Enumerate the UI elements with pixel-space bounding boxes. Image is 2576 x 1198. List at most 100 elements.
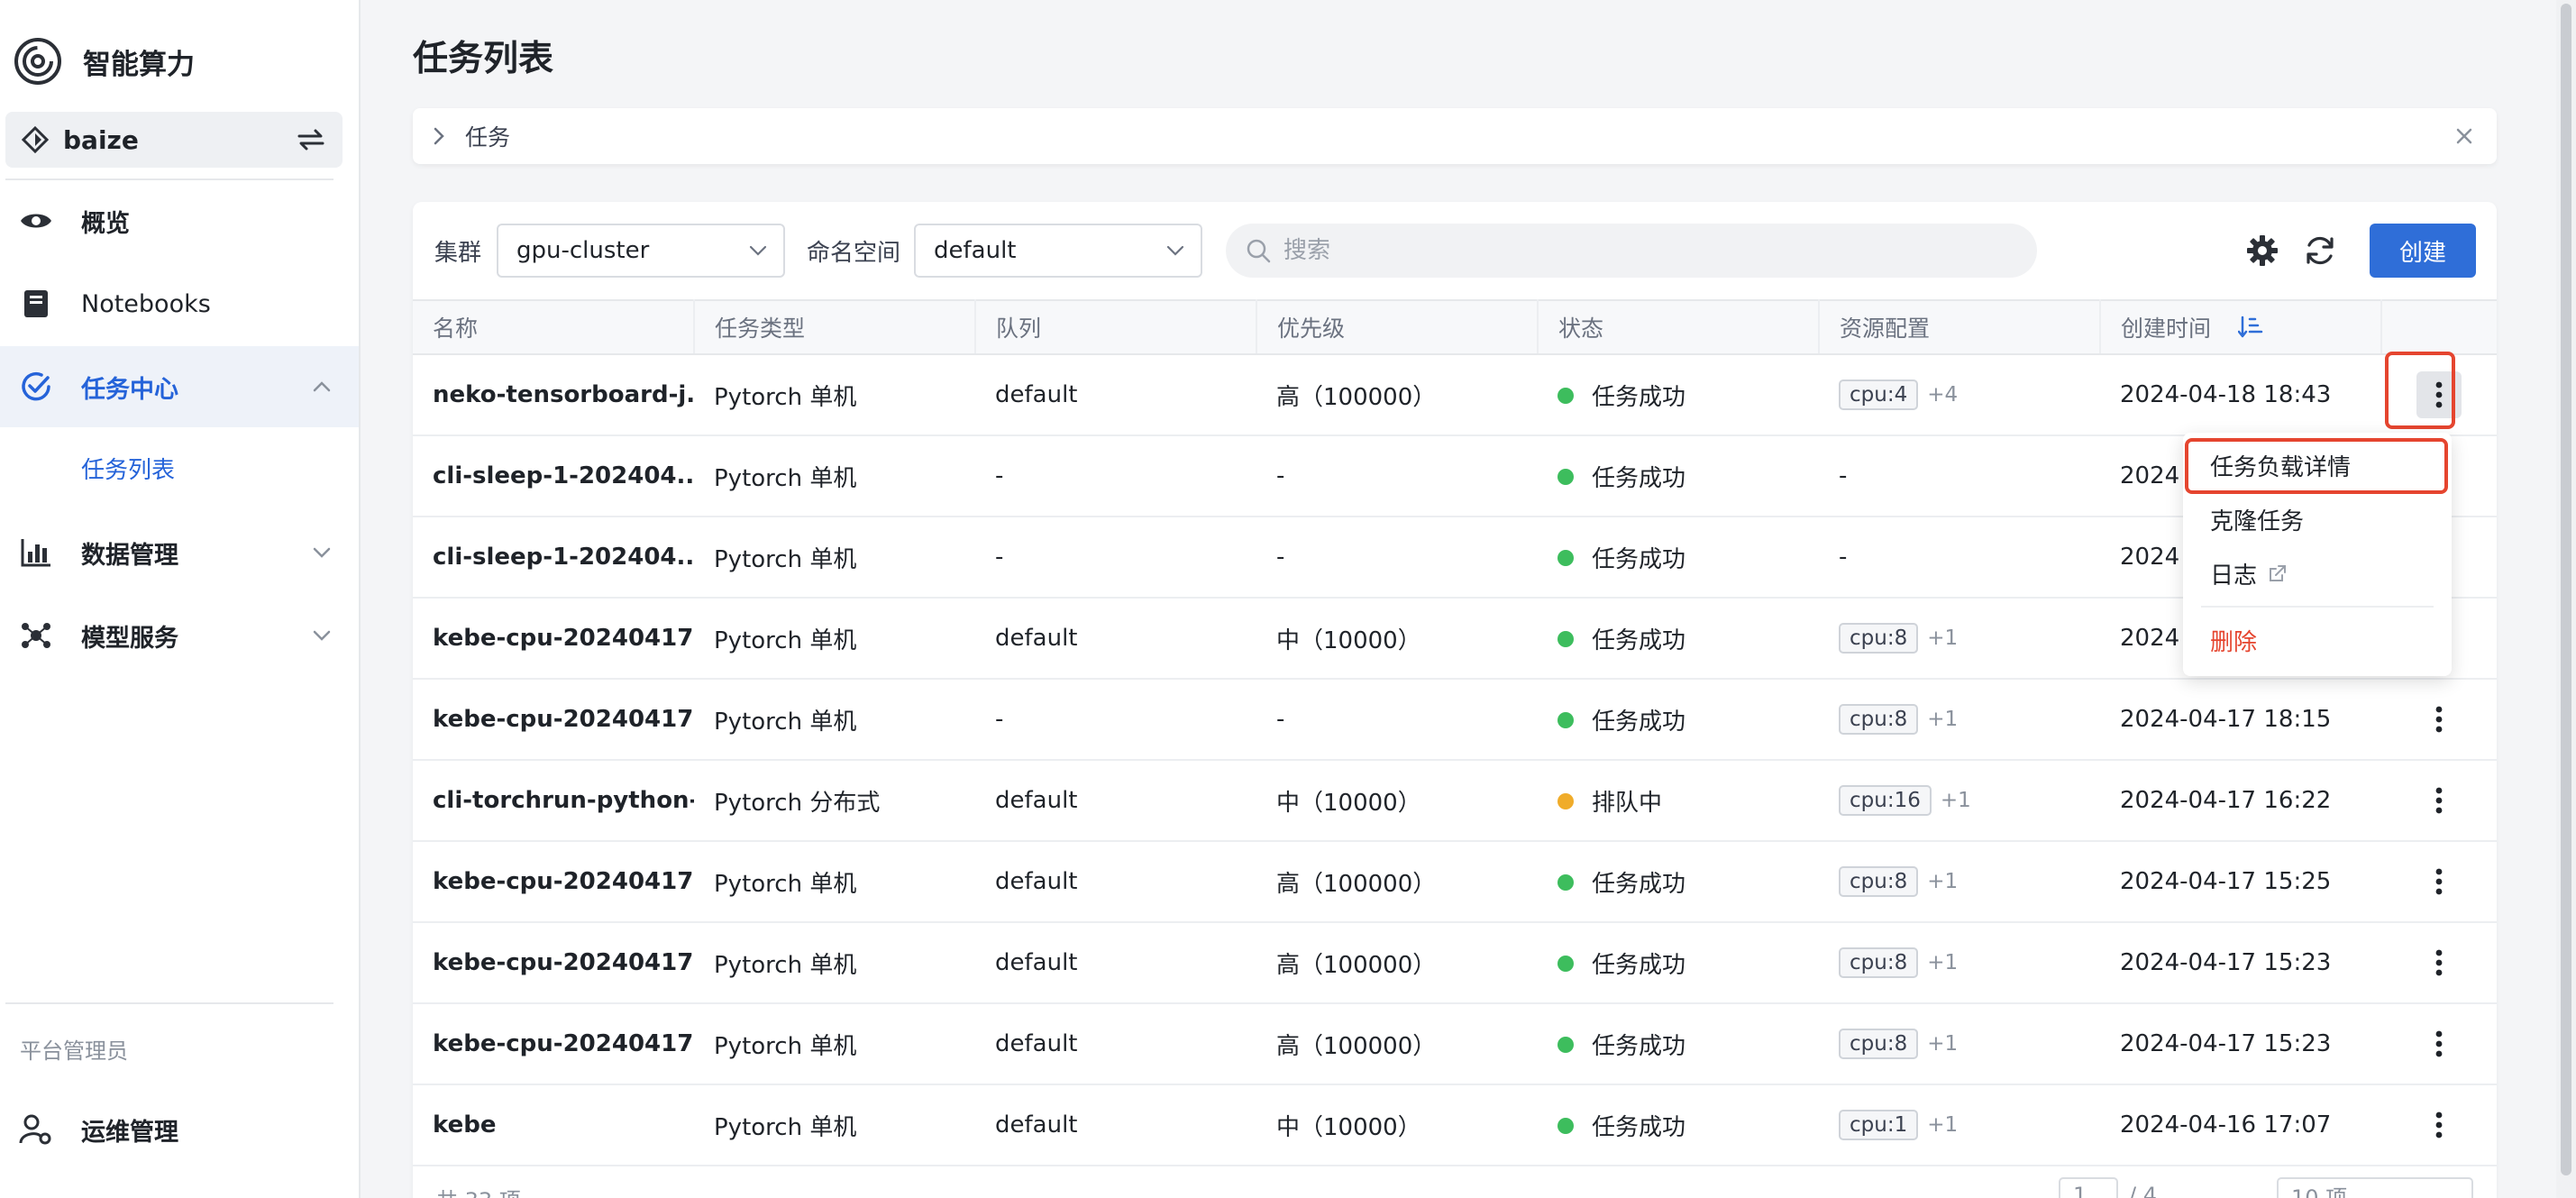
- task-name[interactable]: kebe-cpu-20240417...: [413, 679, 694, 760]
- task-priority: -: [1276, 462, 1285, 489]
- task-name[interactable]: cli-sleep-1-202404...: [413, 435, 694, 517]
- task-name[interactable]: kebe-cpu-20240417...: [413, 598, 694, 679]
- task-resource: cpu:8 +1: [1819, 1003, 2100, 1084]
- chevron-down-icon: [1166, 245, 1184, 256]
- resource-extra[interactable]: +1: [1927, 1032, 1958, 1056]
- column-header-resource[interactable]: 资源配置: [1819, 299, 2101, 355]
- nav-task-center[interactable]: 任务中心: [0, 346, 359, 427]
- status-label: 任务成功: [1592, 708, 1686, 736]
- page-input[interactable]: 1: [2059, 1177, 2118, 1198]
- brand[interactable]: 智能算力: [13, 36, 195, 87]
- resource-extra[interactable]: +1: [1927, 951, 1958, 974]
- status-success-dot: [1557, 631, 1574, 647]
- page-size-select[interactable]: 10 项: [2277, 1177, 2473, 1198]
- menu-item-clone-task[interactable]: 克隆任务: [2183, 494, 2452, 544]
- kebab-icon[interactable]: [2416, 1102, 2462, 1148]
- user-gear-icon: [18, 1111, 54, 1148]
- kebab-icon[interactable]: [2416, 939, 2462, 986]
- page-title: 任务列表: [413, 39, 554, 79]
- resource-extra[interactable]: +1: [1941, 789, 1971, 812]
- column-header-queue[interactable]: 队列: [975, 299, 1257, 355]
- status-success-dot: [1557, 469, 1574, 485]
- search-input[interactable]: [1283, 237, 2023, 264]
- task-status: 任务成功: [1538, 598, 1819, 679]
- column-header-created[interactable]: 创建时间: [2100, 299, 2382, 355]
- table-row[interactable]: kebe Pytorch 单机 default 中（10000） 任务成功 cp…: [413, 1084, 2497, 1166]
- task-status: 任务成功: [1538, 922, 1819, 1003]
- column-header-type[interactable]: 任务类型: [694, 299, 976, 355]
- column-header-status[interactable]: 状态: [1538, 299, 1820, 355]
- task-name[interactable]: kebe-cpu-20240417...: [413, 922, 694, 1003]
- menu-item-delete[interactable]: 删除: [2183, 615, 2452, 665]
- workspace-switcher[interactable]: baize: [5, 112, 343, 168]
- chevron-right-icon[interactable]: [433, 126, 445, 146]
- filter-bar[interactable]: 任务: [413, 108, 2497, 164]
- status-label: 排队中: [1592, 789, 1663, 817]
- resource-extra[interactable]: +1: [1927, 1113, 1958, 1137]
- status-success-dot: [1557, 712, 1574, 728]
- nav-ops-management[interactable]: 运维管理: [0, 1089, 359, 1170]
- task-name[interactable]: neko-tensorboard-j...: [413, 354, 694, 435]
- menu-divider: [2201, 606, 2434, 608]
- task-type: Pytorch 单机: [714, 708, 857, 736]
- nav-data-management[interactable]: 数据管理: [0, 512, 359, 593]
- table-row[interactable]: kebe-cpu-20240417... Pytorch 单机 - - 任务成功…: [413, 679, 2497, 760]
- close-icon[interactable]: [2455, 127, 2473, 145]
- table-row[interactable]: cli-torchrun-python-... Pytorch 分布式 defa…: [413, 760, 2497, 841]
- table-row[interactable]: kebe-cpu-20240417... Pytorch 单机 default …: [413, 841, 2497, 922]
- search-box[interactable]: [1226, 224, 2037, 278]
- resource-extra[interactable]: +4: [1927, 383, 1958, 407]
- row-actions: [2381, 679, 2497, 760]
- bar-chart-icon: [18, 535, 54, 571]
- cluster-select[interactable]: gpu-cluster: [497, 224, 785, 278]
- task-name[interactable]: cli-sleep-1-202404...: [413, 517, 694, 598]
- kebab-icon[interactable]: [2416, 858, 2462, 905]
- logo-icon: [13, 36, 63, 87]
- kebab-icon[interactable]: [2416, 696, 2462, 743]
- logs-label: 日志: [2210, 562, 2258, 590]
- resource-extra[interactable]: +1: [1927, 626, 1958, 650]
- status-success-dot: [1557, 1118, 1574, 1134]
- highlight-box: [2385, 352, 2455, 429]
- kebab-icon[interactable]: [2416, 777, 2462, 824]
- task-name[interactable]: cli-torchrun-python-...: [413, 760, 694, 841]
- task-name[interactable]: kebe-cpu-20240417...: [413, 841, 694, 922]
- refresh-icon[interactable]: [2300, 231, 2340, 270]
- status-label: 任务成功: [1592, 1032, 1686, 1060]
- task-queue: default: [995, 381, 1078, 408]
- task-table-card: 集群 gpu-cluster 命名空间 default 创建: [413, 202, 2497, 1198]
- task-type: Pytorch 单机: [714, 1113, 857, 1141]
- namespace-select[interactable]: default: [914, 224, 1202, 278]
- app-title: 智能算力: [83, 48, 195, 81]
- resource-tag: cpu:8: [1839, 623, 1919, 654]
- nav-model-service[interactable]: 模型服务: [0, 595, 359, 676]
- kebab-icon[interactable]: [2416, 1020, 2462, 1067]
- resource-extra[interactable]: +1: [1927, 870, 1958, 893]
- nav-notebooks[interactable]: Notebooks: [0, 263, 359, 344]
- task-name[interactable]: kebe: [413, 1084, 694, 1166]
- task-resource: -: [1839, 544, 1848, 571]
- sidebar: 智能算力 baize 概览 Notebooks 任务中心 任务列表 数据管理 模…: [0, 0, 361, 1198]
- task-name[interactable]: kebe-cpu-20240417...: [413, 1003, 694, 1084]
- gear-icon[interactable]: [2243, 231, 2282, 270]
- divider: [5, 1002, 333, 1004]
- nav-label: 任务中心: [81, 375, 178, 404]
- nav-task-list[interactable]: 任务列表: [0, 429, 359, 507]
- task-queue: default: [995, 949, 1078, 976]
- task-status: 任务成功: [1538, 517, 1819, 598]
- sort-desc-icon[interactable]: [2237, 316, 2263, 344]
- column-header-priority[interactable]: 优先级: [1256, 299, 1539, 355]
- resource-extra[interactable]: +1: [1927, 708, 1958, 731]
- table-row[interactable]: neko-tensorboard-j... Pytorch 单机 default…: [413, 354, 2497, 435]
- table-row[interactable]: kebe-cpu-20240417... Pytorch 单机 default …: [413, 1003, 2497, 1084]
- create-button[interactable]: 创建: [2370, 224, 2476, 278]
- task-type: Pytorch 单机: [714, 951, 857, 979]
- table-row[interactable]: kebe-cpu-20240417... Pytorch 单机 default …: [413, 922, 2497, 1003]
- scrollbar-thumb[interactable]: [2561, 4, 2571, 1175]
- nav-overview[interactable]: 概览: [0, 180, 359, 261]
- column-header-name[interactable]: 名称: [413, 299, 695, 355]
- page-total: / 4: [2129, 1183, 2157, 1198]
- page-scrollbar[interactable]: [2556, 0, 2576, 1198]
- switch-icon[interactable]: [296, 126, 326, 153]
- menu-item-logs[interactable]: 日志: [2183, 548, 2452, 599]
